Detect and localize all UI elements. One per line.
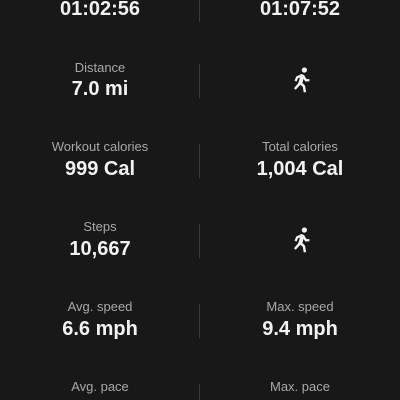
total-calories-value: 1,004 Cal — [256, 158, 344, 180]
running-person-icon — [200, 225, 400, 255]
avg-pace-label: Avg. pace — [71, 379, 129, 394]
total-calories-label: Total calories — [262, 139, 338, 154]
max-pace-label: Max. pace — [270, 379, 330, 394]
distance-label: Distance — [74, 60, 126, 75]
avg-speed-label: Avg. speed — [67, 299, 133, 314]
total-duration-value: 01:07:52 — [259, 0, 341, 20]
column-divider — [199, 0, 200, 22]
workout-duration-value: 01:02:56 — [59, 0, 141, 20]
avg-speed-value: 6.6 mph — [62, 318, 138, 340]
steps-value: 10,667 — [69, 238, 131, 260]
workout-calories-label: Workout calories — [51, 139, 149, 154]
running-person-icon — [200, 65, 400, 95]
max-speed-label: Max. speed — [266, 299, 334, 314]
max-speed-value: 9.4 mph — [262, 318, 338, 340]
steps-label: Steps — [83, 219, 117, 234]
workout-calories-value: 999 Cal — [64, 158, 136, 180]
distance-value: 7.0 mi — [71, 78, 129, 100]
